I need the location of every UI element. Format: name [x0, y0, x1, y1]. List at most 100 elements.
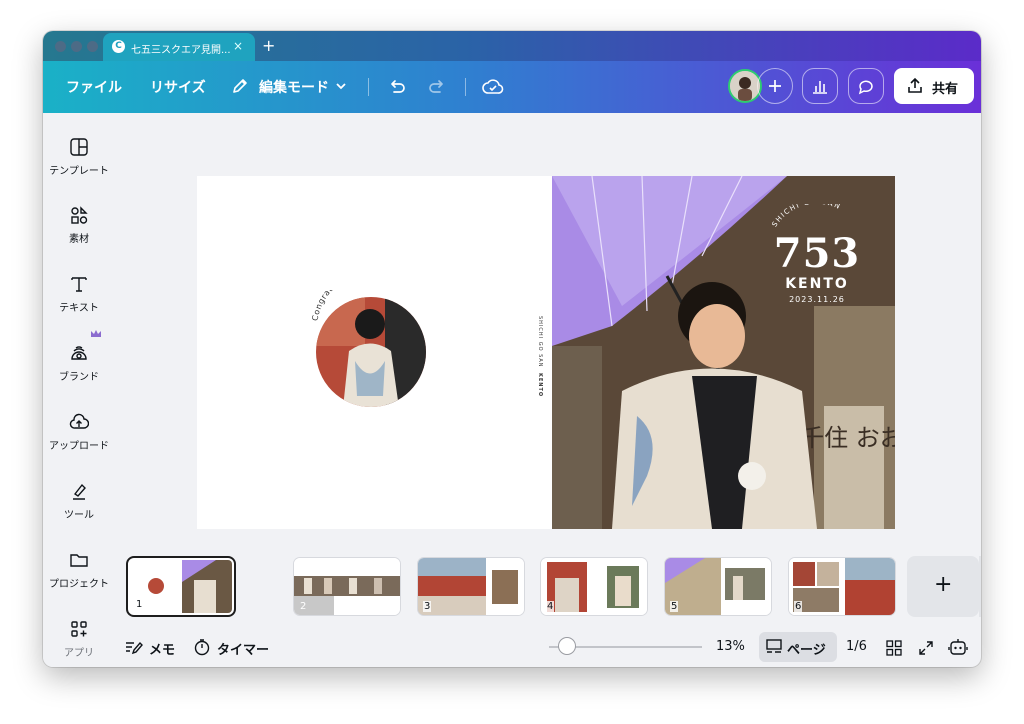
share-upload-icon — [908, 77, 922, 93]
zoom-percentage[interactable]: 13% — [716, 639, 745, 654]
sidebar-item-tools[interactable]: ツール — [43, 481, 115, 521]
sidebar-item-label: アップロード — [49, 441, 109, 452]
fullscreen-icon[interactable] — [917, 639, 935, 657]
comment-button[interactable] — [848, 68, 884, 104]
page-thumbnail[interactable]: 2 — [294, 558, 400, 615]
notes-icon — [126, 641, 143, 655]
cloud-saved-icon[interactable] — [481, 75, 505, 99]
title-name: KENTO — [785, 276, 849, 292]
text-icon — [71, 277, 87, 292]
sidebar-item-projects[interactable]: プロジェクト — [43, 550, 115, 590]
brand-icon — [71, 346, 87, 360]
toolbar-divider — [368, 78, 369, 96]
page-counter: 1/6 — [846, 639, 867, 654]
edit-mode-label: 編集モード — [259, 80, 329, 96]
page-number: 5 — [670, 601, 679, 612]
thumbnail-preview — [665, 558, 771, 615]
insights-button[interactable] — [802, 68, 838, 104]
pages-icon — [766, 639, 782, 653]
app-window: C 七五三スクエア見開... × + ファイル リサイズ 編集モード 共有 テン… — [43, 31, 981, 667]
zoom-window-button[interactable] — [87, 41, 98, 52]
footer-bar: メモ タイマー 13% ページ 1/6 — [115, 627, 981, 667]
minimize-window-button[interactable] — [71, 41, 82, 52]
page-number: 2 — [300, 601, 307, 612]
right-page-photo[interactable]: 千住 おお SHICHI GO SAN 753 KENTO 2023 — [552, 176, 895, 529]
sidebar-item-label: アプリ — [64, 648, 94, 659]
redo-icon[interactable] — [426, 76, 448, 98]
pages-view-button[interactable]: ページ — [759, 632, 837, 662]
svg-text:Congratulations!: Congratulations! — [310, 290, 369, 322]
sidebar-item-elements[interactable]: 素材 — [43, 205, 115, 245]
tab-close-button[interactable]: × — [233, 39, 243, 53]
congratulations-arc: Congratulations! — [310, 290, 369, 322]
add-page-button[interactable]: + — [907, 556, 979, 617]
assistant-bot-icon[interactable] — [948, 637, 968, 657]
expand-pages-button[interactable] — [979, 556, 981, 617]
title-bar: C 七五三スクエア見開... × + — [43, 31, 981, 61]
comment-icon — [858, 80, 873, 95]
timer-button[interactable]: タイマー — [193, 627, 283, 667]
template-icon — [70, 138, 88, 156]
zoom-slider-thumb[interactable] — [558, 637, 576, 655]
notes-button[interactable]: メモ — [125, 627, 185, 667]
sidebar-item-label: テキスト — [59, 303, 99, 314]
invite-collaborator-button[interactable] — [757, 68, 793, 104]
sidebar-item-label: 素材 — [69, 234, 89, 245]
resize-menu[interactable]: リサイズ — [150, 77, 206, 97]
wooden-sign-text: 千住 おお — [800, 424, 895, 452]
undo-icon[interactable] — [386, 76, 408, 98]
timer-icon — [194, 639, 210, 656]
crown-icon — [91, 330, 101, 337]
sidebar-item-label: テンプレート — [49, 166, 109, 177]
share-label: 共有 — [932, 82, 959, 97]
spine-text: SHICHI GO SAN KENTO — [537, 316, 543, 397]
spine-label: SHICHI GO SAN — [537, 316, 543, 368]
edit-mode-button[interactable]: 編集モード — [231, 61, 351, 113]
sidebar-item-brand[interactable]: ブランド — [43, 330, 115, 383]
page-number: 6 — [794, 601, 803, 612]
add-page-plus: + — [934, 572, 953, 597]
browser-tab[interactable]: C 七五三スクエア見開... × — [103, 33, 255, 61]
sidebar-item-templates[interactable]: テンプレート — [43, 137, 115, 177]
grid-view-icon[interactable] — [885, 639, 903, 657]
page-number: 1 — [135, 599, 144, 610]
thumbnail-preview — [418, 558, 524, 615]
title-date: 2023.11.26 — [789, 295, 845, 304]
pencil-icon — [233, 79, 247, 93]
sidebar-item-label: プロジェクト — [49, 579, 109, 590]
design-canvas[interactable]: Congratulations! SHICHI GO SAN KENTO 千住 … — [197, 176, 895, 529]
plus-icon — [769, 80, 781, 92]
canva-logo-icon: C — [112, 40, 125, 53]
page-number: 3 — [423, 601, 432, 612]
close-window-button[interactable] — [55, 41, 66, 52]
thumbnail-preview — [789, 558, 895, 615]
page-thumbnail[interactable]: 6 — [789, 558, 895, 615]
sidebar-item-label: ツール — [64, 510, 94, 521]
zoom-slider[interactable] — [549, 637, 702, 655]
sidebar-item-apps[interactable]: アプリ — [43, 619, 115, 659]
thumbnail-preview — [294, 558, 400, 615]
page-thumbnail-strip: 1 2 3 4 5 6 + — [127, 556, 981, 618]
sidebar-item-label: ブランド — [59, 372, 99, 383]
side-panel: テンプレート 素材 テキスト ブランド アップロード ツール プロジェクト アプ… — [43, 113, 115, 667]
page-thumbnail[interactable]: 1 — [128, 558, 234, 615]
folder-icon — [70, 554, 88, 567]
sidebar-item-uploads[interactable]: アップロード — [43, 412, 115, 452]
upload-icon — [69, 413, 89, 429]
sidebar-item-text[interactable]: テキスト — [43, 274, 115, 314]
svg-text:SHICHI GO SAN: SHICHI GO SAN — [771, 204, 843, 228]
file-menu[interactable]: ファイル — [66, 77, 122, 97]
avatar-photo — [730, 71, 760, 101]
notes-label: メモ — [149, 643, 176, 658]
page-thumbnail[interactable]: 5 — [665, 558, 771, 615]
editor-toolbar: ファイル リサイズ 編集モード 共有 — [43, 61, 981, 113]
title-number: 753 — [773, 230, 861, 277]
share-button[interactable]: 共有 — [894, 68, 974, 104]
tools-icon — [73, 483, 86, 500]
title-arc-text: SHICHI GO SAN — [771, 204, 841, 228]
thumbnail-preview — [130, 560, 232, 613]
page-thumbnail[interactable]: 4 — [541, 558, 647, 615]
page-thumbnail[interactable]: 3 — [418, 558, 524, 615]
new-tab-button[interactable]: + — [262, 36, 275, 55]
chevron-down-icon — [336, 83, 346, 90]
